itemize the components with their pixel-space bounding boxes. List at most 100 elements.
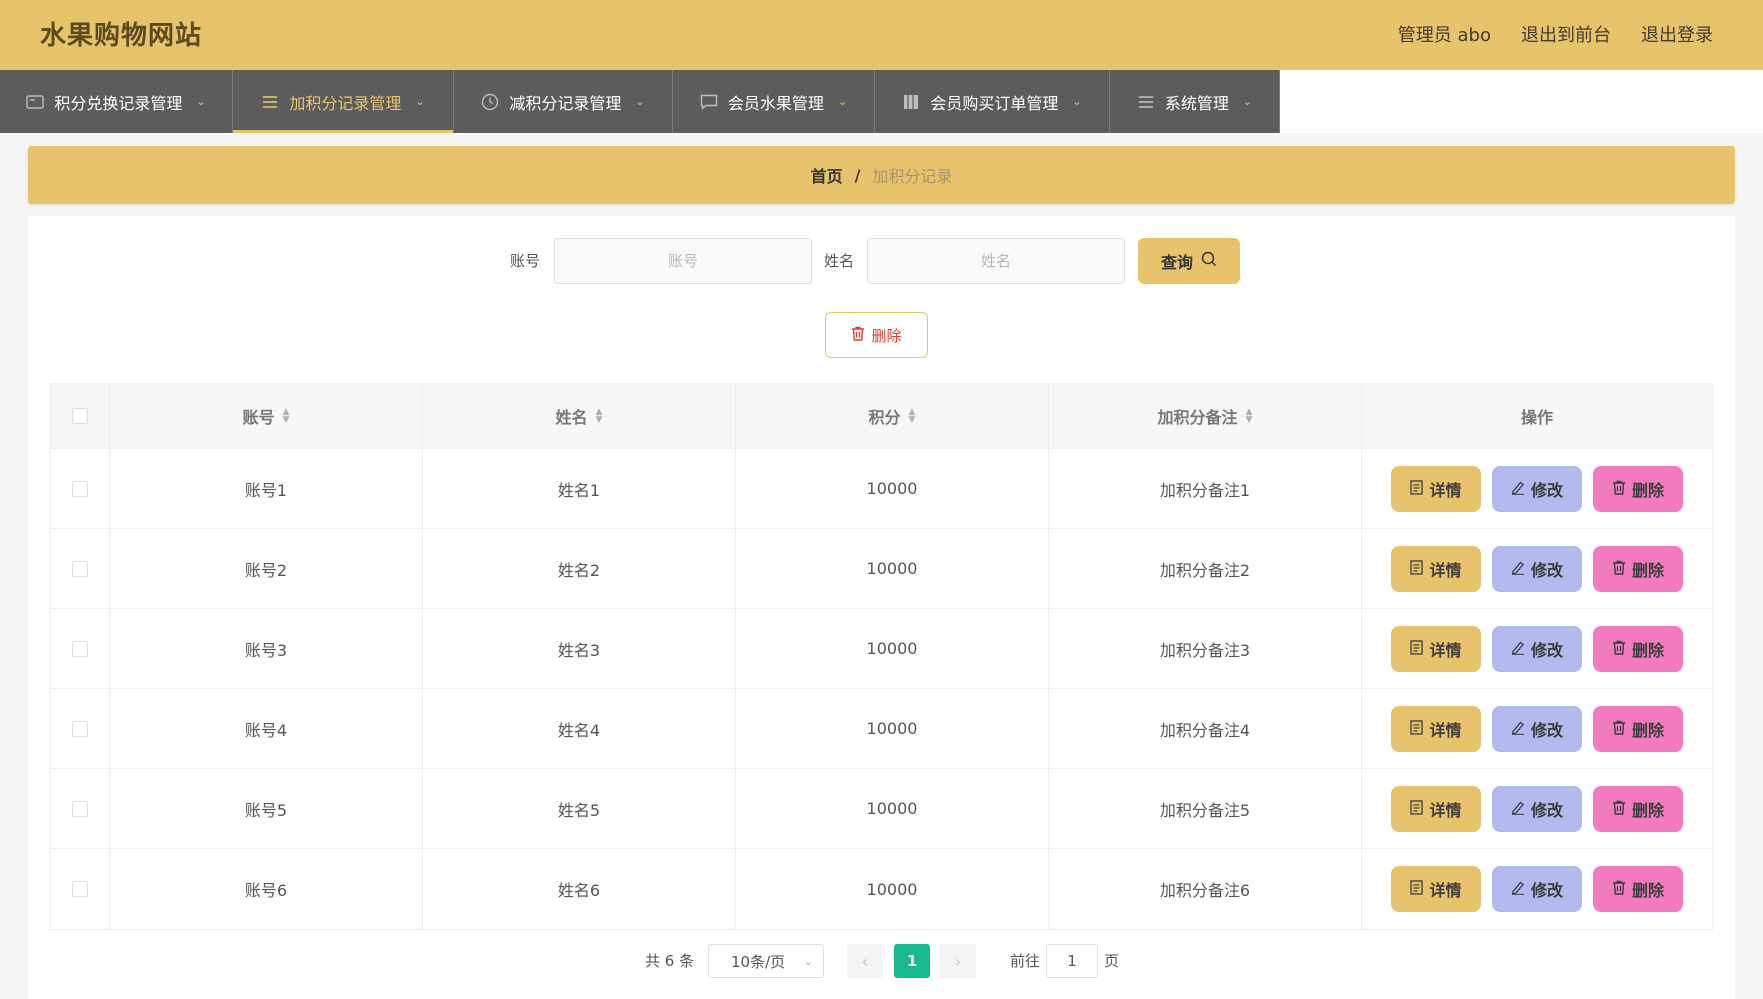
sort-icon[interactable]: ▲ ▼ xyxy=(596,408,603,425)
row-checkbox[interactable] xyxy=(72,800,88,817)
chevron-down-icon: ⌄ xyxy=(1242,95,1253,108)
nav-item-member-fruit[interactable]: 会员水果管理 ⌄ xyxy=(673,70,875,133)
document-icon xyxy=(1410,799,1424,818)
prev-page-button[interactable]: ‹ xyxy=(847,944,883,978)
detail-button[interactable]: 详情 xyxy=(1391,545,1481,592)
cell-note: 加积分备注3 xyxy=(1049,609,1362,688)
header-label: 加积分备注 xyxy=(1157,408,1238,427)
detail-label: 详情 xyxy=(1429,883,1462,900)
delete-button[interactable]: 删除 xyxy=(1593,866,1683,912)
row-checkbox[interactable] xyxy=(72,480,88,497)
edit-label: 修改 xyxy=(1530,883,1563,900)
edit-label: 修改 xyxy=(1530,802,1563,820)
header-note[interactable]: 加积分备注 ▲ ▼ xyxy=(1049,384,1362,448)
trash-icon xyxy=(1612,800,1626,818)
account-input[interactable] xyxy=(554,238,812,284)
header-name[interactable]: 姓名 ▲ ▼ xyxy=(423,384,736,448)
breadcrumb-home[interactable]: 首页 xyxy=(811,163,843,187)
cell-actions: 详情 修改 删除 xyxy=(1362,849,1712,929)
nav-item-add-points[interactable]: 加积分记录管理 ⌄ xyxy=(233,70,454,133)
detail-button[interactable]: 详情 xyxy=(1391,785,1481,832)
delete-button[interactable]: 删除 xyxy=(1593,625,1683,672)
menu-icon xyxy=(1137,93,1155,111)
nav-label: 减积分记录管理 xyxy=(509,93,622,113)
cell-actions: 详情 修改 删除 xyxy=(1362,449,1712,528)
document-icon xyxy=(1410,559,1424,578)
nav-item-member-orders[interactable]: 会员购买订单管理 ⌄ xyxy=(875,70,1110,133)
edit-button[interactable]: 修改 xyxy=(1492,545,1582,592)
header-label: 积分 xyxy=(868,408,901,427)
cell-points: 10000 xyxy=(736,689,1049,768)
pencil-icon xyxy=(1511,880,1525,898)
row-checkbox-cell xyxy=(51,449,110,528)
sort-icon[interactable]: ▲ ▼ xyxy=(1246,408,1253,425)
cell-points: 10000 xyxy=(736,609,1049,688)
delete-button[interactable]: 删除 xyxy=(1593,545,1683,592)
edit-button[interactable]: 修改 xyxy=(1492,465,1582,512)
delete-label: 删除 xyxy=(1631,802,1664,820)
pencil-icon xyxy=(1511,560,1525,578)
nav-label: 积分兑换记录管理 xyxy=(54,93,183,113)
delete-button[interactable]: 删除 xyxy=(1593,705,1683,752)
trash-icon xyxy=(1612,560,1626,578)
header-label: 账号 xyxy=(242,408,275,427)
row-checkbox[interactable] xyxy=(72,881,88,897)
next-page-button[interactable]: › xyxy=(940,944,976,978)
breadcrumb-current: 加积分记录 xyxy=(872,167,953,186)
cell-name: 姓名4 xyxy=(423,689,736,768)
cell-account: 账号6 xyxy=(110,849,423,929)
goto-page-input[interactable] xyxy=(1046,944,1098,978)
clock-icon xyxy=(481,93,499,111)
delete-button[interactable]: 删除 xyxy=(1593,465,1683,512)
table-row: 账号2 姓名2 10000 加积分备注2 详情 修改 删除 xyxy=(51,529,1712,609)
document-icon xyxy=(1410,719,1424,738)
name-input[interactable] xyxy=(867,238,1125,284)
sort-icon[interactable]: ▲ ▼ xyxy=(909,408,916,425)
logout-link[interactable]: 退出登录 xyxy=(1641,0,1713,72)
nav-item-system[interactable]: 系统管理 ⌄ xyxy=(1110,70,1280,133)
page-size-select[interactable]: 10条/页 ⌄ xyxy=(708,944,824,978)
row-checkbox[interactable] xyxy=(72,720,88,737)
chevron-right-icon: › xyxy=(954,951,962,971)
detail-label: 详情 xyxy=(1429,642,1462,660)
detail-button[interactable]: 详情 xyxy=(1391,866,1481,912)
select-all-checkbox[interactable] xyxy=(72,408,88,424)
back-to-frontend-link[interactable]: 退出到前台 xyxy=(1521,0,1611,72)
cell-points: 10000 xyxy=(736,449,1049,528)
delete-label: 删除 xyxy=(1631,883,1664,900)
cell-account: 账号1 xyxy=(110,449,423,528)
row-checkbox-cell xyxy=(51,529,110,608)
sort-icon[interactable]: ▲ ▼ xyxy=(283,408,290,425)
edit-button[interactable]: 修改 xyxy=(1492,785,1582,832)
table-row: 账号1 姓名1 10000 加积分备注1 详情 修改 删除 xyxy=(51,449,1712,529)
cell-account: 账号2 xyxy=(110,529,423,608)
delete-label: 删除 xyxy=(1631,642,1664,660)
detail-button[interactable]: 详情 xyxy=(1391,465,1481,512)
bulk-delete-button[interactable]: 删除 xyxy=(825,312,928,358)
edit-button[interactable]: 修改 xyxy=(1492,866,1582,912)
nav-item-deduct-points[interactable]: 减积分记录管理 ⌄ xyxy=(454,70,673,133)
admin-user-link[interactable]: 管理员 abo xyxy=(1398,0,1491,72)
row-checkbox[interactable] xyxy=(72,560,88,577)
edit-label: 修改 xyxy=(1530,482,1563,500)
edit-button[interactable]: 修改 xyxy=(1492,625,1582,672)
edit-button[interactable]: 修改 xyxy=(1492,705,1582,752)
cell-note: 加积分备注4 xyxy=(1049,689,1362,768)
delete-button[interactable]: 删除 xyxy=(1593,785,1683,832)
nav-item-points-exchange[interactable]: 积分兑换记录管理 ⌄ xyxy=(0,70,233,133)
header-points[interactable]: 积分 ▲ ▼ xyxy=(736,384,1049,448)
query-button[interactable]: 查询 xyxy=(1138,238,1240,284)
pagination: 共 6 条 10条/页 ⌄ ‹ 1 › 前往 页 xyxy=(0,944,1763,978)
pencil-icon xyxy=(1511,640,1525,658)
book-icon xyxy=(902,93,920,111)
detail-button[interactable]: 详情 xyxy=(1391,705,1481,752)
row-checkbox-cell xyxy=(51,849,110,929)
cell-name: 姓名3 xyxy=(423,609,736,688)
header-actions: 操作 xyxy=(1362,384,1712,448)
header-account[interactable]: 账号 ▲ ▼ xyxy=(110,384,423,448)
trash-icon xyxy=(1612,640,1626,658)
row-checkbox[interactable] xyxy=(72,640,88,657)
pencil-icon xyxy=(1511,480,1525,498)
detail-button[interactable]: 详情 xyxy=(1391,625,1481,672)
current-page-button[interactable]: 1 xyxy=(894,944,930,978)
